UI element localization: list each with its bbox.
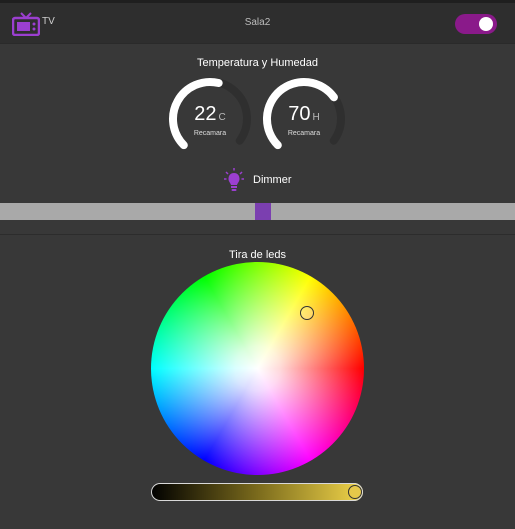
color-picker-handle[interactable] (300, 306, 314, 320)
lightbulb-icon (224, 168, 244, 191)
humidity-gauge: 70 H Recamara (261, 76, 347, 162)
dimmer-label: Dimmer (253, 174, 292, 186)
dimmer-slider-thumb[interactable] (255, 203, 271, 220)
climate-title: Temperatura y Humedad (196, 57, 319, 69)
temperature-room: Recamara (193, 130, 227, 137)
toggle-knob (479, 17, 493, 31)
humidity-value: 70 (288, 103, 311, 125)
brightness-slider-thumb[interactable] (348, 485, 362, 499)
dimmer-row: Dimmer (0, 168, 515, 192)
leds-title: Tira de leds (228, 249, 287, 261)
color-wheel[interactable] (151, 262, 364, 475)
humidity-room: Recamara (287, 130, 321, 137)
temperature-gauge: 22 C Recamara (167, 76, 253, 162)
tv-power-toggle[interactable] (455, 14, 497, 34)
temperature-value: 22 (194, 103, 217, 125)
humidity-unit: H (312, 112, 320, 123)
dimmer-slider[interactable] (0, 203, 515, 220)
temperature-unit: C (218, 112, 226, 123)
humidity-value-wrap: 70 H (261, 103, 347, 126)
tv-row: TV Sala2 (0, 3, 515, 44)
section-divider (0, 234, 515, 235)
led-brightness-slider[interactable] (151, 483, 363, 501)
room-label: Sala2 (244, 17, 271, 28)
temperature-value-wrap: 22 C (167, 103, 253, 126)
